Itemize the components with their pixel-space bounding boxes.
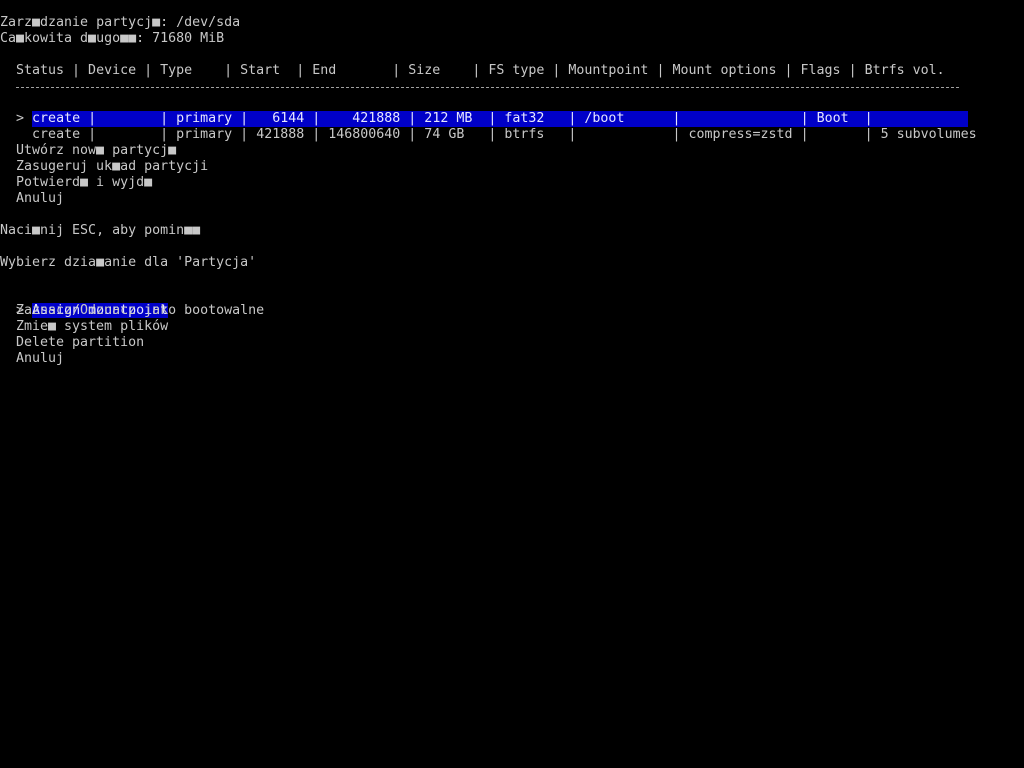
menu-item-cancel[interactable]: Anuluj: [16, 191, 64, 207]
esc-hint: Naci■nij ESC, aby pomin■■: [0, 223, 201, 238]
menu-item-create-partition[interactable]: Utwórz now■ partycj■: [16, 143, 176, 159]
menu-item-confirm-exit[interactable]: Potwierd■ i wyjd■: [16, 175, 152, 191]
menu-item-suggest-layout[interactable]: Zasugeruj uk■ad partycji: [16, 159, 208, 175]
action-item-toggle-bootable[interactable]: Zaznacz/Odznacz jako bootowalne: [16, 303, 264, 319]
page-title: Zarz■dzanie partycj■: /dev/sda: [0, 15, 241, 30]
row-pointer-blank: [16, 127, 24, 142]
action-prompt: Wybierz dzia■anie dla 'Partycja': [0, 255, 257, 270]
action-item-cancel[interactable]: Anuluj: [16, 351, 64, 367]
action-item-delete-partition[interactable]: Delete partition: [16, 335, 144, 351]
table-header: Status | Device | Type | Start | End | S…: [0, 63, 945, 78]
table-separator: [16, 87, 959, 88]
action-item-assign-mountpoint[interactable]: > Assign mountpoint: [0, 287, 169, 318]
action-item-change-filesystem[interactable]: Zmie■ system plików: [16, 319, 168, 335]
table-row[interactable]: > create | | primary | 6144 | 421888 | 2…: [0, 95, 969, 127]
total-length-label: Ca■kowita d■ugo■■: 71680 MiB: [0, 31, 225, 46]
table-row[interactable]: create | | primary | 421888 | 146800640 …: [0, 111, 977, 142]
table-row-text[interactable]: create | | primary | 421888 | 146800640 …: [32, 127, 977, 142]
